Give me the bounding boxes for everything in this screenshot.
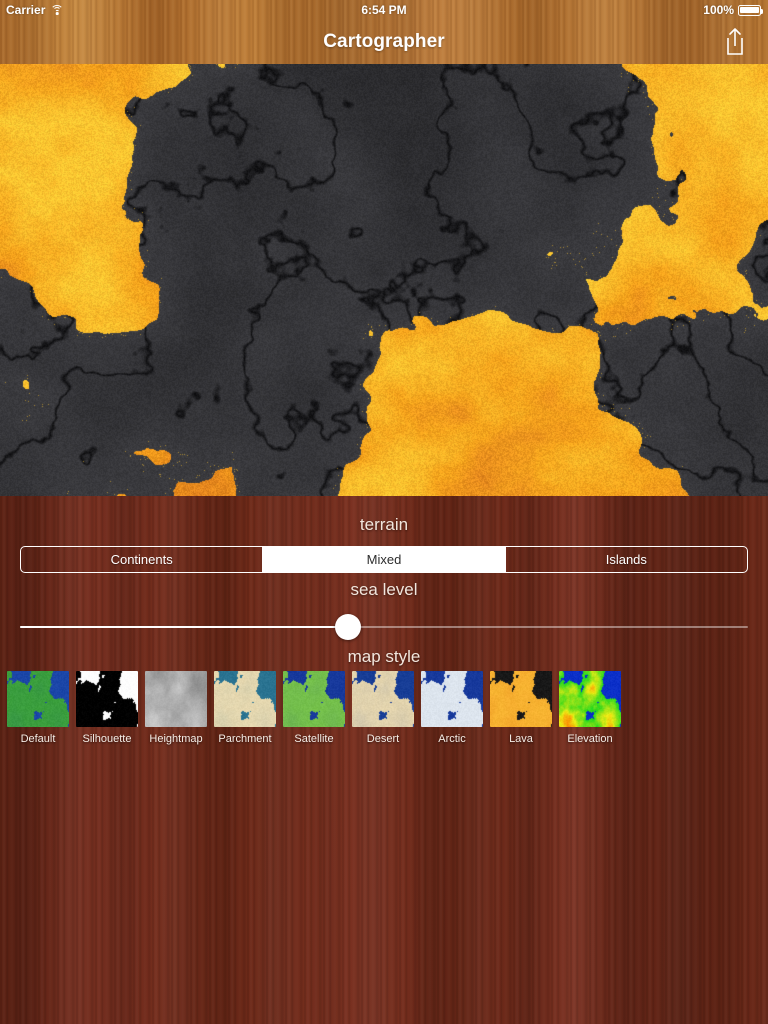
sea-level-slider[interactable] [20,611,748,642]
generated-map-image[interactable] [0,64,768,496]
map-style-item-lava[interactable]: Lava [490,671,552,753]
map-style-item-desert[interactable]: Desert [352,671,414,753]
share-icon[interactable] [718,24,752,58]
map-style-label: Elevation [567,733,613,745]
map-style-label: Heightmap [149,733,203,745]
map-style-item-satellite[interactable]: Satellite [283,671,345,753]
map-style-thumbnail-elevation[interactable] [559,671,621,727]
map-style-thumbnail-satellite[interactable] [283,671,345,727]
slider-thumb[interactable] [334,614,361,640]
map-style-label: Default [20,733,56,745]
map-style-label: Arctic [438,733,466,745]
terrain-section-label: terrain [359,515,409,534]
map-style-item-arctic[interactable]: Arctic [421,671,483,753]
map-style-label: Lava [509,733,533,745]
sea-level-section-label: sea level [350,580,418,599]
map-style-thumbnail-heightmap[interactable] [145,671,207,727]
map-style-item-default[interactable]: Default [7,671,69,753]
page-title: Cartographer [323,31,445,52]
map-style-section-label: map style [347,647,421,666]
map-style-label: Desert [366,733,400,745]
map-style-item-elevation[interactable]: Elevation [559,671,621,753]
map-style-thumbnail-arctic[interactable] [421,671,483,727]
terrain-segmented-control[interactable]: Continents Mixed Islands [20,546,748,573]
status-bar-right: 100% [703,3,763,17]
map-style-item-heightmap[interactable]: Heightmap [145,671,207,753]
map-style-item-silhouette[interactable]: Silhouette [76,671,138,753]
map-style-thumbnail-silhouette[interactable] [76,671,138,727]
map-style-item-parchment[interactable]: Parchment [214,671,276,753]
map-style-label: Parchment [218,733,272,745]
slider-track-fill [20,626,348,628]
terrain-option-continents[interactable]: Continents [21,547,264,572]
status-bar: Carrier 6:54 PM 100% [0,0,768,20]
map-viewport[interactable] [0,64,768,496]
map-style-list: Default Silhouette Heightmap Parchment Satel… [7,671,761,753]
terrain-option-islands[interactable]: Islands [506,547,747,572]
map-style-label: Silhouette [82,733,132,745]
battery-icon [738,4,763,16]
map-style-label: Satellite [294,733,334,745]
map-style-thumbnail-lava[interactable] [490,671,552,727]
terrain-option-mixed[interactable]: Mixed [263,547,506,572]
battery-percent-label: 100% [703,3,734,17]
status-bar-clock: 6:54 PM [361,3,407,17]
map-style-thumbnail-default[interactable] [7,671,69,727]
controls-panel: terrain Continents Mixed Islands sea lev… [0,496,768,1024]
map-style-thumbnail-parchment[interactable] [214,671,276,727]
map-style-thumbnail-desert[interactable] [352,671,414,727]
